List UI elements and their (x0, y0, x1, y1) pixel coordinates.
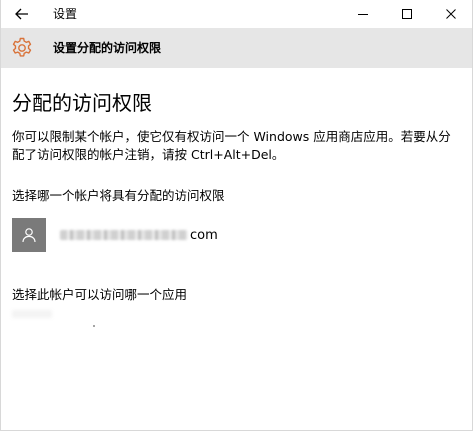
header-title: 设置分配的访问权限 (53, 41, 162, 55)
close-button[interactable] (429, 0, 472, 28)
minimize-icon (358, 14, 368, 15)
back-button[interactable] (1, 0, 43, 28)
avatar (12, 218, 46, 252)
redacted-app-area (12, 310, 52, 318)
account-email-suffix: com (190, 227, 218, 243)
redacted-email-part (60, 230, 188, 240)
app-picker-placeholder[interactable] (93, 325, 95, 327)
choose-account-label: 选择哪一个帐户将具有分配的访问权限 (12, 188, 225, 203)
settings-window: 设置 设置分配的访问权限 分配的访问权限 你可以限制某个帐户，使它仅有权访问一个… (0, 0, 473, 431)
choose-app-label: 选择此帐户可以访问哪一个应用 (12, 287, 188, 302)
user-icon (22, 228, 36, 243)
title-bar: 设置 (1, 0, 472, 28)
settings-header: 设置分配的访问权限 (1, 28, 472, 68)
maximize-button[interactable] (385, 0, 429, 28)
description-text: 你可以限制某个帐户，使它仅有权访问一个 Windows 应用商店应用。若要从分配… (12, 129, 451, 162)
close-icon (446, 9, 456, 19)
page-title: 分配的访问权限 (12, 91, 152, 115)
choose-account-button[interactable]: com (12, 218, 218, 252)
account-email: com (60, 225, 218, 245)
minimize-button[interactable] (341, 0, 385, 28)
window-title: 设置 (53, 7, 78, 21)
maximize-icon (402, 9, 412, 19)
back-arrow-icon (15, 8, 28, 20)
gear-icon (12, 37, 32, 57)
